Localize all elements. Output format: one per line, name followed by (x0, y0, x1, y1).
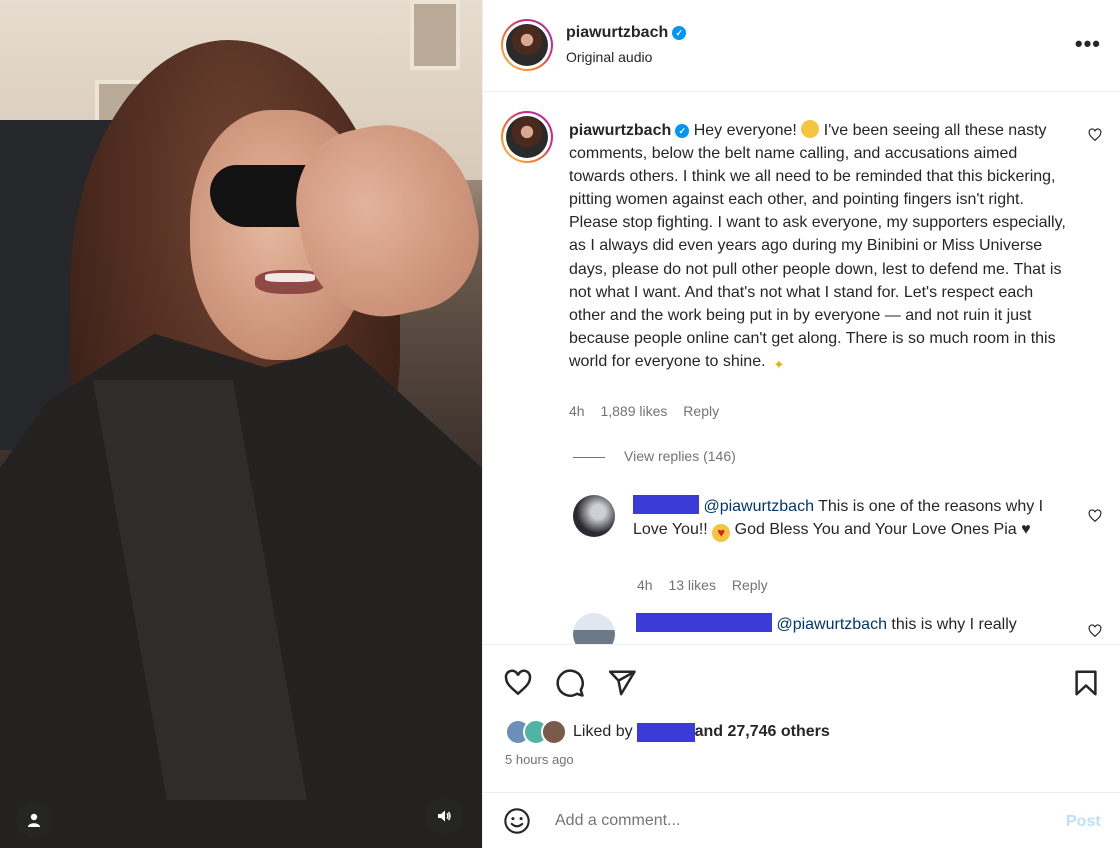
reply-mention[interactable]: @piawurtzbach (776, 616, 887, 633)
replies-divider (573, 457, 605, 458)
audio-label[interactable]: Original audio (566, 49, 652, 65)
author-avatar[interactable] (501, 19, 553, 71)
like-comment-heart-icon[interactable] (1088, 128, 1102, 142)
comment-bubble-icon[interactable] (555, 668, 585, 698)
view-replies-button[interactable]: View replies (146) (624, 448, 736, 464)
reply-avatar[interactable] (573, 613, 615, 644)
caption-likes[interactable]: 1,889 likes (600, 403, 667, 419)
post-media[interactable] (0, 0, 482, 848)
caption: piawurtzbach ✓ Hey everyone! I've been se… (569, 119, 1069, 374)
post-panel: piawurtzbach ✓ Original audio ••• piawurt… (482, 0, 1120, 848)
verified-badge-icon: ✓ (672, 26, 687, 40)
post-header: piawurtzbach ✓ Original audio ••• (483, 0, 1120, 92)
building-window (410, 0, 460, 70)
heart-eyes-emoji-icon: ♥ (712, 524, 731, 542)
photo-smile (265, 273, 315, 282)
post-time[interactable]: 5 hours ago (505, 752, 574, 767)
black-heart-emoji-icon: ♥ (1021, 521, 1031, 538)
reply-text-partial: this is why I really (891, 616, 1017, 633)
caption-greeting: Hey everyone! (693, 122, 797, 139)
reply-likes[interactable]: 13 likes (668, 577, 715, 593)
comment-input[interactable] (555, 807, 1035, 835)
sparkles-emoji-icon: ✦ (773, 356, 785, 372)
reply-avatar[interactable] (573, 495, 615, 537)
caption-username[interactable]: piawurtzbach (569, 122, 671, 139)
censored-username (633, 495, 699, 514)
caption-body: I've been seeing all these nasty comment… (569, 122, 1066, 370)
add-comment-bar: Post (483, 792, 1120, 848)
reply-mention[interactable]: @piawurtzbach (703, 498, 814, 515)
like-reply-heart-icon[interactable] (1088, 509, 1102, 523)
caption-reply-button[interactable]: Reply (683, 403, 719, 419)
reply-text: @piawurtzbach this is why I really (636, 613, 1076, 636)
waving-hand-emoji-icon (801, 120, 820, 138)
reply-reply-button[interactable]: Reply (732, 577, 768, 593)
post-actions (483, 660, 1120, 706)
reply-text-b: God Bless You and Your Love Ones Pia (734, 521, 1017, 538)
post-comment-button[interactable]: Post (1066, 813, 1101, 831)
author-username[interactable]: piawurtzbach (566, 24, 668, 41)
header-username-row: piawurtzbach ✓ (566, 24, 687, 42)
caption-avatar[interactable] (501, 111, 553, 163)
censored-liker-name (636, 722, 695, 742)
user-icon (28, 813, 40, 827)
censored-username (636, 613, 772, 632)
bookmark-icon[interactable] (1071, 668, 1101, 698)
liked-by-row: Liked by and 27,746 others (505, 718, 830, 746)
caption-meta: 4h 1,889 likes Reply (569, 403, 719, 419)
more-options-button[interactable]: ••• (1075, 33, 1101, 55)
audio-toggle-button[interactable] (426, 798, 462, 834)
reply-time[interactable]: 4h (637, 577, 653, 593)
share-paper-plane-icon[interactable] (607, 668, 637, 698)
reply-text: @piawurtzbach This is one of the reasons… (633, 495, 1073, 542)
likes-count[interactable]: and 27,746 others (695, 723, 830, 741)
like-heart-icon[interactable] (503, 668, 533, 698)
speaker-icon (438, 810, 451, 822)
like-reply-heart-icon[interactable] (1088, 624, 1102, 638)
liker-avatar[interactable] (541, 719, 567, 745)
liked-by-prefix: Liked by (573, 723, 633, 740)
tagged-users-button[interactable] (16, 802, 52, 838)
comments-section[interactable]: piawurtzbach ✓ Hey everyone! I've been se… (483, 93, 1120, 645)
reply-meta: 4h 13 likes Reply (637, 577, 768, 593)
verified-badge-icon: ✓ (675, 124, 690, 138)
emoji-smiley-icon[interactable] (503, 807, 531, 835)
caption-time[interactable]: 4h (569, 403, 585, 419)
